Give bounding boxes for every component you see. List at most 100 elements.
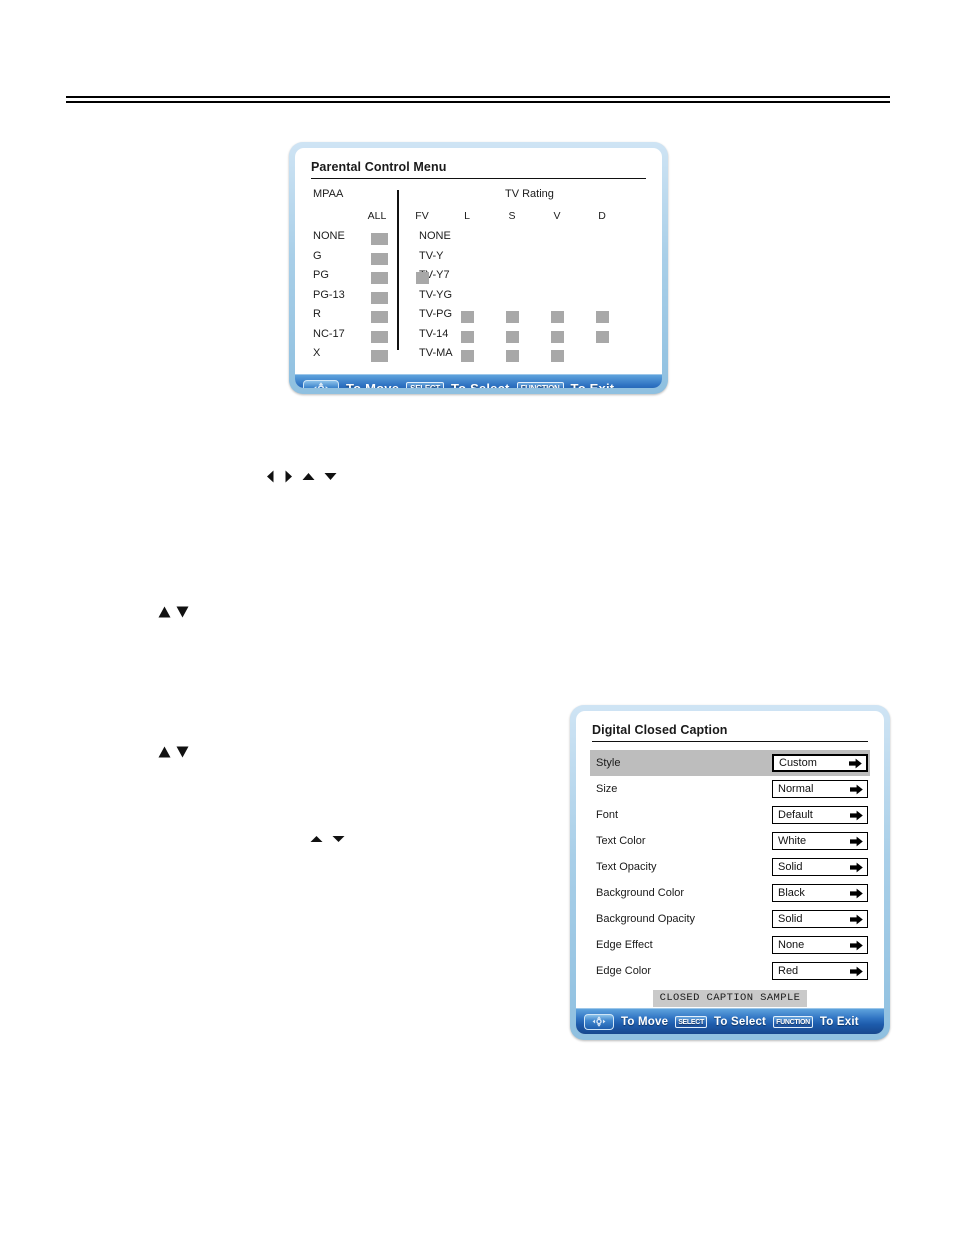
mpaa-label-pg: PG	[313, 269, 329, 281]
arrow-right-icon	[850, 784, 863, 794]
tv-checkbox-tv-ma-l[interactable]	[461, 350, 474, 362]
caption-sample-text: CLOSED CAPTION SAMPLE	[652, 990, 808, 1007]
caption-setting-value-text: Red	[778, 965, 799, 977]
caption-setting-value-box[interactable]: Red	[772, 962, 868, 980]
caption-setting-label: Font	[596, 809, 619, 821]
select-key-icon[interactable]: SELECT	[675, 1015, 708, 1028]
caption-setting-row[interactable]: Font Default	[590, 802, 870, 828]
parental-control-menu-window: Parental Control Menu MPAA TV Rating ALL…	[289, 142, 668, 394]
mpaa-label-x: X	[313, 347, 321, 359]
caption-setting-row[interactable]: Size Normal	[590, 776, 870, 802]
caption-setting-value-box[interactable]: Custom	[772, 754, 868, 772]
arrow-up-icon	[310, 836, 323, 842]
to-move-label: To Move	[346, 381, 399, 388]
tv-label-tv-14: TV-14	[419, 327, 449, 340]
tv-checkbox-tv-pg-all[interactable]	[371, 311, 384, 323]
caption-setting-label: Size	[596, 783, 618, 795]
rating-row[interactable]: PG TV-Y7	[309, 269, 648, 288]
caption-setting-row[interactable]: Text Opacity Solid	[590, 854, 870, 880]
parental-control-title: Parental Control Menu	[311, 160, 646, 179]
caption-setting-row[interactable]: Background Color Black	[590, 880, 870, 906]
rating-row[interactable]: G TV-Y	[309, 250, 648, 269]
tv-checkbox-tv-14-all[interactable]	[371, 330, 384, 343]
to-select-label: To Select	[714, 1015, 767, 1028]
caption-setting-row[interactable]: Edge Effect None	[590, 932, 870, 958]
arrow-right-icon	[850, 940, 863, 950]
mpaa-label-none: NONE	[313, 230, 345, 242]
tv-checkbox-tv-y7-all[interactable]	[371, 272, 384, 284]
tv-checkbox-tv-y7-fv[interactable]	[416, 272, 429, 284]
arrow-up-icon	[158, 606, 171, 618]
tv-rating-header: TV Rating	[505, 188, 554, 200]
caption-setting-row[interactable]: Style Custom	[590, 750, 870, 776]
tv-label-tv-y: TV-Y	[419, 249, 444, 262]
tv-checkbox-tv-ma-v[interactable]	[551, 350, 564, 362]
caption-setting-label: Background Color	[596, 887, 685, 899]
arrow-down-icon	[176, 606, 189, 618]
function-key-icon[interactable]: FUNCTION	[516, 382, 564, 388]
tv-checkbox-tv-14-l[interactable]	[461, 330, 474, 343]
arrow-up-icon	[158, 746, 171, 758]
function-key-icon[interactable]: FUNCTION	[773, 1015, 813, 1028]
column-header-all: ALL	[367, 210, 387, 222]
caption-setting-value-box[interactable]: White	[772, 832, 868, 850]
page-header-rule	[66, 96, 890, 103]
arrow-right-icon	[285, 470, 292, 483]
caption-setting-value-box[interactable]: Solid	[772, 858, 868, 876]
tv-checkbox-tv-14-v[interactable]	[551, 330, 564, 343]
nav-arrows-updown-1	[158, 606, 189, 618]
arrow-up-icon	[302, 473, 315, 480]
tv-checkbox-tv-pg-l[interactable]	[461, 311, 474, 323]
tv-label-none: NONE	[419, 230, 451, 242]
tv-checkbox-tv-pg-s[interactable]	[506, 311, 519, 323]
caption-setting-value-text: Black	[778, 887, 805, 899]
caption-setting-value-text: Solid	[778, 913, 803, 925]
caption-setting-value-box[interactable]: Black	[772, 884, 868, 902]
caption-setting-row[interactable]: Background Opacity Solid	[590, 906, 870, 932]
tv-checkbox-tv-pg-v[interactable]	[551, 311, 564, 323]
caption-setting-label: Edge Effect	[596, 939, 653, 951]
caption-setting-value-box[interactable]: Solid	[772, 910, 868, 928]
column-header-fv: FV	[415, 210, 429, 222]
dpad-icon[interactable]	[303, 379, 339, 388]
caption-setting-row[interactable]: Text Color White	[590, 828, 870, 854]
arrow-right-icon	[850, 888, 863, 898]
caption-settings-list: Style Custom Size Normal Font Default Text Col…	[590, 750, 870, 984]
rating-row[interactable]: NC-17 TV-14	[309, 328, 648, 347]
rating-row[interactable]: NONE NONE	[309, 230, 648, 249]
caption-setting-value-text: Custom	[779, 757, 817, 769]
caption-setting-row[interactable]: Edge Color Red	[590, 958, 870, 984]
tv-checkbox-tv-y-all[interactable]	[371, 252, 384, 265]
arrow-right-icon	[850, 862, 863, 872]
tv-checkbox-tv-ma-s[interactable]	[506, 350, 519, 362]
rating-row[interactable]: R TV-PG	[309, 308, 648, 327]
tv-label-tv-ma: TV-MA	[419, 347, 453, 359]
column-header-l: L	[464, 210, 470, 222]
digital-closed-caption-window: Digital Closed Caption Style Custom Size No…	[570, 705, 890, 1040]
to-move-label: To Move	[621, 1015, 669, 1028]
tv-checkbox-tv-pg-d[interactable]	[596, 311, 609, 323]
tv-checkbox-none-all[interactable]	[371, 233, 384, 245]
caption-setting-value-text: White	[778, 835, 807, 847]
arrow-right-icon	[849, 758, 862, 768]
caption-setting-value-box[interactable]: Default	[772, 806, 868, 824]
nav-arrows-four	[266, 470, 337, 483]
tv-checkbox-tv-14-d[interactable]	[596, 330, 609, 343]
tv-label-tv-yg: TV-YG	[419, 288, 453, 301]
caption-setting-value-box[interactable]: Normal	[772, 780, 868, 798]
nav-arrows-updown-3	[310, 835, 345, 843]
arrow-right-icon	[850, 836, 863, 846]
dpad-icon[interactable]	[584, 1013, 614, 1030]
tv-checkbox-tv-ma-all[interactable]	[371, 350, 384, 362]
tv-checkbox-tv-14-s[interactable]	[506, 330, 519, 343]
rating-row[interactable]: PG-13 TV-YG	[309, 289, 648, 308]
rating-row[interactable]: X TV-MA	[309, 347, 648, 366]
arrow-down-icon	[176, 746, 189, 758]
caption-setting-value-box[interactable]: None	[772, 936, 868, 954]
arrow-down-icon	[324, 473, 337, 480]
arrow-right-icon	[850, 966, 863, 976]
tv-checkbox-tv-yg-all[interactable]	[371, 291, 384, 304]
nav-arrows-updown-2	[158, 746, 189, 758]
caption-setting-value-text: Solid	[778, 861, 803, 873]
select-key-icon[interactable]: SELECT	[406, 382, 444, 388]
